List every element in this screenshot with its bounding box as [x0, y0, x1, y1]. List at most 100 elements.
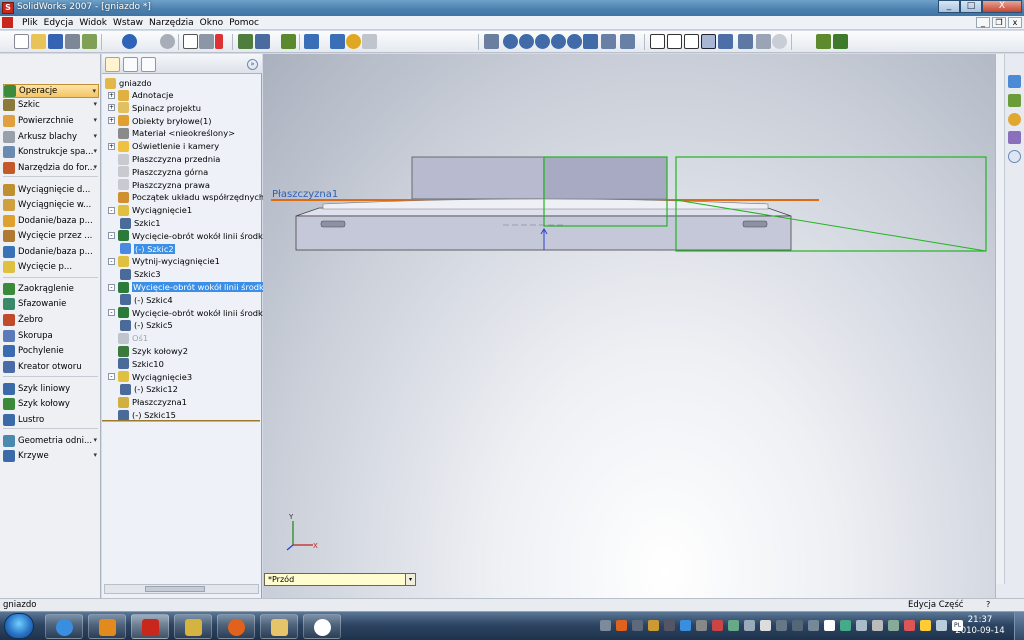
tree-expander[interactable]: -	[108, 257, 115, 265]
menu-item-5[interactable]: Okno	[200, 17, 230, 29]
grid-icon[interactable]	[238, 34, 253, 49]
graphics-vertical-scrollbar[interactable]	[996, 54, 1005, 584]
tree-node[interactable]: Szkic3	[120, 268, 161, 280]
tree-node[interactable]: - Wycięcie-obrót wokół linii środkowej1	[108, 230, 287, 242]
view-list-icon[interactable]	[330, 34, 345, 49]
command-16[interactable]: Pochylenie	[3, 344, 99, 358]
tree-expander[interactable]: -	[108, 309, 115, 317]
tree-root[interactable]: gniazdo	[105, 77, 152, 89]
tree-node[interactable]: - Wyciągnięcie3	[108, 371, 192, 383]
shaded-icon[interactable]	[718, 34, 733, 49]
tray-icon[interactable]	[920, 620, 931, 631]
tree-node[interactable]: + Adnotacje	[108, 89, 173, 101]
tree-node[interactable]: Szkic10	[108, 358, 164, 370]
tree-node[interactable]: (-) Szkic12	[120, 383, 178, 395]
taskbar-firefox[interactable]	[217, 614, 255, 639]
tray-icon[interactable]	[904, 620, 915, 631]
tray-icon[interactable]	[664, 620, 675, 631]
command-20[interactable]: Lustro	[3, 413, 99, 427]
tree-node[interactable]: Płaszczyzna górna	[108, 166, 208, 178]
taskbar-media-player[interactable]	[88, 614, 126, 639]
tray-icon[interactable]	[888, 620, 899, 631]
tree-node[interactable]: Płaszczyzna przednia	[108, 153, 220, 165]
tab-property-manager[interactable]	[123, 57, 138, 72]
doc-restore-button[interactable]: ❐	[992, 17, 1006, 28]
pan-icon[interactable]	[583, 34, 598, 49]
command-11[interactable]: Wycięcie p...	[3, 260, 99, 274]
save-icon[interactable]	[48, 34, 63, 49]
select-tool-icon[interactable]	[199, 34, 214, 49]
start-button[interactable]	[4, 613, 34, 639]
taskbar-app[interactable]	[174, 614, 212, 639]
command-6[interactable]: Wyciągnięcie d...	[3, 183, 99, 197]
resources-icon[interactable]	[1008, 75, 1021, 88]
options-icon[interactable]	[255, 34, 270, 49]
file-explorer-icon[interactable]	[1008, 113, 1021, 126]
tray-icon[interactable]	[712, 620, 723, 631]
print-icon[interactable]	[65, 34, 80, 49]
tray-icon[interactable]	[648, 620, 659, 631]
realview-icon[interactable]	[772, 34, 787, 49]
scene-icon[interactable]	[833, 34, 848, 49]
tree-expander[interactable]: -	[108, 206, 115, 214]
undo-icon[interactable]	[122, 34, 137, 49]
tray-icon[interactable]	[792, 620, 803, 631]
zoom-in-out-icon[interactable]	[535, 34, 550, 49]
hidden-lines-removed-icon[interactable]	[684, 34, 699, 49]
maximize-button[interactable]: □	[960, 0, 982, 13]
minimize-button[interactable]: _	[938, 0, 960, 13]
traffic-light-icon[interactable]	[215, 34, 223, 49]
view-orientation-icon[interactable]	[601, 34, 616, 49]
tree-node[interactable]: - Wycięcie-obrót wokół linii środkowej2	[108, 281, 290, 293]
rotate-view-icon[interactable]	[567, 34, 582, 49]
show-desktop-button[interactable]	[1014, 612, 1024, 640]
view-palette-icon[interactable]	[1008, 131, 1021, 144]
zoom-window-icon[interactable]	[519, 34, 534, 49]
tree-node[interactable]: Szyk kołowy2	[108, 345, 188, 357]
tray-icon[interactable]	[824, 620, 835, 631]
taskbar-ie[interactable]	[45, 614, 83, 639]
tray-icon[interactable]	[600, 620, 611, 631]
tray-icon[interactable]	[744, 620, 755, 631]
help-icon[interactable]	[346, 34, 361, 49]
view-orientation-select[interactable]: *Przód ▾	[264, 573, 416, 586]
tray-icon[interactable]	[632, 620, 643, 631]
taskbar-explorer[interactable]	[260, 614, 298, 639]
tree-node[interactable]: + Obiekty bryłowe(1)	[108, 115, 211, 127]
menu-item-2[interactable]: Widok	[79, 17, 113, 29]
tray-icon[interactable]	[856, 620, 867, 631]
close-button[interactable]: X	[982, 0, 1022, 13]
select-pointer-icon[interactable]	[183, 34, 198, 49]
shaded-with-edges-icon[interactable]	[701, 34, 716, 49]
tree-node[interactable]: (-) Szkic5	[120, 319, 173, 331]
zoom-to-fit-icon[interactable]	[503, 34, 518, 49]
tree-horizontal-scrollbar[interactable]	[104, 584, 259, 594]
chevron-down-icon[interactable]: ▾	[405, 574, 415, 585]
command-5[interactable]: Narzędzia do for... ▾	[3, 161, 99, 175]
doc-close-button[interactable]: x	[1008, 17, 1022, 28]
tree-expander[interactable]: -	[108, 283, 115, 291]
collapse-pane-icon[interactable]	[1008, 150, 1021, 163]
tree-node[interactable]: Początek układu współrzędnych	[108, 191, 264, 203]
command-9[interactable]: Wycięcie przez ...	[3, 229, 99, 243]
command-7[interactable]: Wyciągnięcie w...	[3, 198, 99, 212]
tree-node[interactable]: + Spinacz projektu	[108, 102, 201, 114]
taskbar-panda[interactable]	[303, 614, 341, 639]
section-view-icon[interactable]	[738, 34, 753, 49]
taskbar-solidworks[interactable]	[131, 614, 169, 639]
hidden-lines-visible-icon[interactable]	[667, 34, 682, 49]
perspective-icon[interactable]	[756, 34, 771, 49]
tree-node[interactable]: Materiał <nieokreślony>	[108, 127, 235, 139]
tree-node[interactable]: (-) Szkic2	[120, 243, 175, 255]
command-2[interactable]: Powierzchnie ▾	[3, 114, 99, 128]
solidworks-app-icon[interactable]: S	[2, 2, 14, 14]
command-18[interactable]: Szyk liniowy	[3, 382, 99, 396]
command-17[interactable]: Kreator otworu	[3, 360, 99, 374]
layout-icon[interactable]	[304, 34, 319, 49]
text-style-icon[interactable]	[362, 34, 377, 49]
doc-minimize-button[interactable]: _	[976, 17, 990, 28]
tree-expander[interactable]: +	[108, 91, 115, 99]
tray-icon[interactable]	[728, 620, 739, 631]
tree-node[interactable]: Płaszczyzna prawa	[108, 179, 210, 191]
command-4[interactable]: Konstrukcje spa... ▾	[3, 145, 99, 159]
